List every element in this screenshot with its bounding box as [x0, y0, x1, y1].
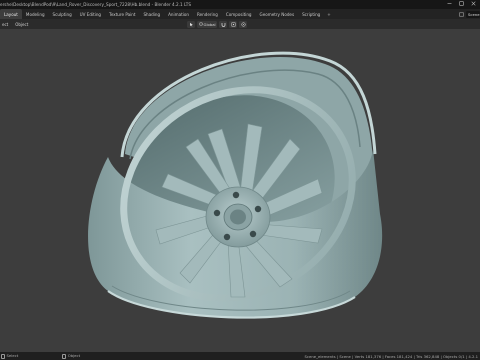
- window-controls: [447, 1, 476, 6]
- title-bar: ershe\Desktop\BlendPod\9\Land_Rover_Disc…: [0, 0, 480, 9]
- tab-uv-editing[interactable]: UV Editing: [76, 9, 105, 19]
- magnet-icon[interactable]: [219, 20, 228, 28]
- snap-icon[interactable]: [229, 20, 238, 28]
- hub: [205, 186, 271, 248]
- proportional-icon[interactable]: [239, 20, 248, 28]
- 3d-viewport[interactable]: [0, 29, 480, 352]
- status-hints: Select Object: [0, 353, 80, 359]
- minimize-icon[interactable]: [447, 1, 452, 6]
- mouse-icon: [1, 353, 5, 359]
- maximize-icon[interactable]: [459, 1, 464, 6]
- tab-rendering[interactable]: Rendering: [193, 9, 222, 19]
- add-workspace-button[interactable]: +: [324, 12, 333, 17]
- tab-modeling[interactable]: Modeling: [22, 9, 49, 19]
- close-icon[interactable]: [471, 1, 476, 6]
- transform-tools: Global: [187, 20, 248, 28]
- scene-selector: Scene: [458, 9, 480, 19]
- scene-icon: [458, 11, 464, 17]
- viewport-header: ect Object Global: [0, 19, 480, 29]
- scene-name-field[interactable]: Scene: [466, 10, 480, 18]
- tab-shading[interactable]: Shading: [139, 9, 164, 19]
- tab-compositing[interactable]: Compositing: [222, 9, 256, 19]
- status-item-select: Select: [1, 353, 18, 359]
- tab-geometry-nodes[interactable]: Geometry Nodes: [256, 9, 299, 19]
- status-item-object: Object: [62, 353, 80, 359]
- status-bar: Select Object Scene_elements | Scene | V…: [0, 352, 480, 360]
- cursor-icon[interactable]: [187, 20, 195, 28]
- tab-layout[interactable]: Layout: [0, 9, 22, 19]
- tab-animation[interactable]: Animation: [164, 9, 193, 19]
- scene-statistics: Scene_elements | Scene | Verts 181,376 |…: [304, 353, 478, 359]
- transform-orientation-dropdown[interactable]: Global: [197, 20, 218, 28]
- tab-sculpting[interactable]: Sculpting: [49, 9, 76, 19]
- wheel-render: [88, 51, 383, 319]
- workspace-tabs-bar: Layout Modeling Sculpting UV Editing Tex…: [0, 9, 480, 19]
- globe-icon: [198, 22, 203, 26]
- blender-window: ershe\Desktop\BlendPod\9\Land_Rover_Disc…: [0, 0, 480, 360]
- menu-object[interactable]: Object: [13, 22, 30, 27]
- menu-select[interactable]: ect: [0, 22, 10, 27]
- tab-texture-paint[interactable]: Texture Paint: [105, 9, 139, 19]
- window-title: ershe\Desktop\BlendPod\9\Land_Rover_Disc…: [0, 2, 191, 7]
- orientation-label: Global: [203, 21, 216, 27]
- tab-scripting[interactable]: Scripting: [298, 9, 324, 19]
- mouse-icon: [62, 353, 67, 359]
